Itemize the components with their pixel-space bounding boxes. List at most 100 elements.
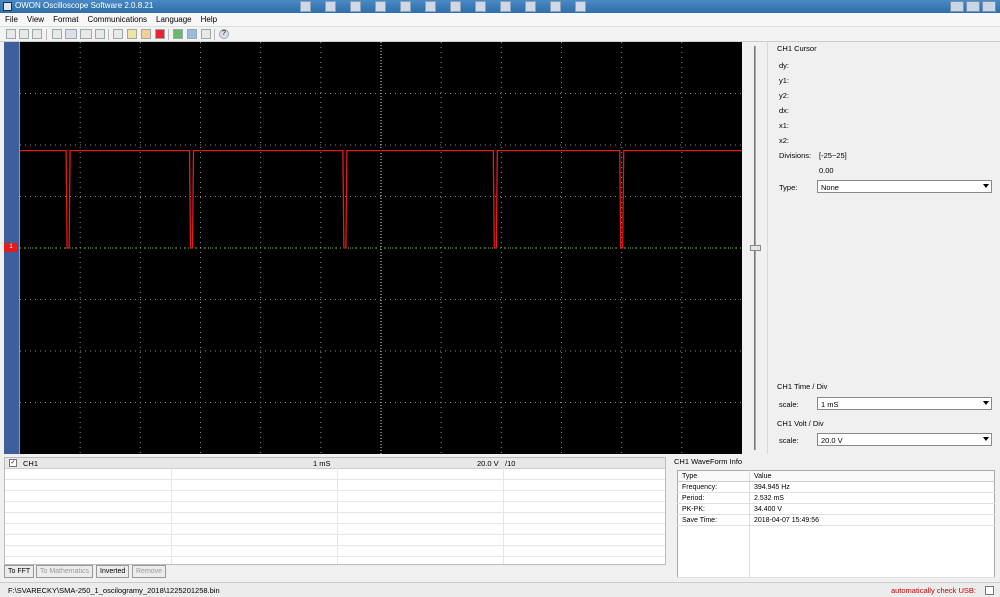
list-item [5, 513, 665, 524]
save-icon[interactable] [173, 29, 183, 39]
menu-communications[interactable]: Communications [82, 13, 151, 24]
open-folder-icon[interactable] [6, 29, 16, 39]
chevron-down-icon [983, 184, 989, 188]
divisions-label: Divisions: [779, 151, 812, 160]
oscilloscope-display[interactable] [20, 42, 742, 454]
print-icon[interactable] [19, 29, 29, 39]
time-scale-label: scale: [779, 400, 799, 409]
background-app-icon [375, 1, 386, 12]
ch1-time: 1 mS [313, 459, 331, 468]
pkpk-label: PK-PK: [677, 503, 750, 515]
zoom-icon[interactable] [52, 29, 62, 39]
menu-file[interactable]: File [0, 13, 22, 24]
background-app-icon [550, 1, 561, 12]
flag-icon[interactable] [127, 29, 137, 39]
frequency-label: Frequency: [677, 481, 750, 493]
cursor-y2-label: y2: [779, 91, 790, 100]
ch1-level-marker[interactable]: 1 [4, 243, 18, 252]
divisions-range: [-25~25] [819, 151, 847, 160]
background-app-icon [575, 1, 586, 12]
chevron-down-icon [983, 401, 989, 405]
list-item [5, 502, 665, 513]
frequency-value: 394.945 Hz [749, 481, 995, 493]
grid-dots-icon[interactable] [80, 29, 92, 39]
cursor-type-value: None [821, 183, 839, 192]
column-divider [171, 458, 172, 564]
list-item [5, 546, 665, 557]
pkpk-value: 34.400 V [749, 503, 995, 515]
connect-icon[interactable] [113, 29, 123, 39]
close-button[interactable] [982, 1, 996, 12]
cursor-group-title: CH1 Cursor [777, 44, 817, 53]
status-bar: F:\SVARECKY\SMA-250_1_oscilogramy_2018\1… [0, 582, 1000, 597]
table-row: Save Time: 2018-04-07 15:49:56 [677, 514, 995, 526]
to-mathematics-button[interactable]: To Mathematics [36, 565, 94, 578]
list-item [5, 535, 665, 546]
menu-bar: File View Format Communications Language Help [0, 13, 1000, 27]
channel-list: ✓ CH1 1 mS 20.0 V /10 [4, 457, 666, 565]
header-type: Type [677, 470, 750, 482]
to-fft-button[interactable]: To FFT [4, 565, 35, 578]
file-path: F:\SVARECKY\SMA-250_1_oscilogramy_2018\1… [8, 586, 220, 595]
background-app-icon [475, 1, 486, 12]
volt-scale-select[interactable]: 20.0 V [817, 433, 992, 446]
chevron-down-icon [983, 437, 989, 441]
waveform-info-table: Type Value Frequency: 394.945 Hz Period:… [677, 470, 995, 578]
background-app-icon [400, 1, 411, 12]
table-row: Frequency: 394.945 Hz [677, 481, 995, 493]
cursor-type-label: Type: [779, 183, 798, 192]
volt-div-title: CH1 Volt / Div [777, 419, 824, 428]
menu-language[interactable]: Language [151, 13, 196, 24]
vertical-position-slider[interactable] [750, 46, 761, 450]
background-app-icon [450, 1, 461, 12]
side-panel: CH1 Cursor dy: y1: y2: dx: x1: x2: Divis… [767, 42, 1000, 454]
inverted-button[interactable]: Inverted [96, 565, 130, 578]
toolbar: ? [0, 27, 1000, 42]
column-divider [337, 458, 338, 564]
menu-format[interactable]: Format [48, 13, 82, 24]
grid-full-icon[interactable] [65, 29, 77, 39]
volt-scale-label: scale: [779, 436, 799, 445]
channel-row-ch1[interactable]: ✓ CH1 1 mS 20.0 V /10 [5, 458, 665, 469]
column-divider [503, 458, 504, 564]
cursor-type-select[interactable]: None [817, 180, 992, 193]
cursor-dx-label: dx: [779, 106, 790, 115]
table-row: PK-PK: 34.400 V [677, 503, 995, 515]
slider-thumb[interactable] [750, 245, 761, 251]
title-bar: OWON Oscilloscope Software 2.0.8.21 [0, 0, 1000, 13]
cursor-x2-label: x2: [779, 136, 790, 145]
minimize-button[interactable] [950, 1, 964, 12]
table-row: Period: 2.532 mS [677, 492, 995, 504]
divisions-value: 0.00 [819, 166, 834, 175]
print-preview-icon[interactable] [32, 29, 42, 39]
remove-button[interactable]: Remove [132, 565, 167, 578]
copy-icon[interactable] [201, 29, 211, 39]
export-icon[interactable] [187, 29, 197, 39]
maximize-button[interactable] [966, 1, 980, 12]
menu-view[interactable]: View [22, 13, 48, 24]
list-item [5, 524, 665, 535]
list-item [5, 469, 665, 480]
header-value: Value [749, 470, 995, 482]
usb-check-label: automatically check USB: [890, 586, 976, 595]
volt-scale-value: 20.0 V [821, 436, 843, 445]
usb-check-checkbox[interactable] [985, 586, 994, 595]
menu-help[interactable]: Help [196, 13, 221, 24]
cursor-dy-label: dy: [779, 61, 790, 70]
cursor-y1-label: y1: [779, 76, 790, 85]
cursor-x1-label: x1: [779, 121, 790, 130]
period-label: Period: [677, 492, 750, 504]
time-scale-select[interactable]: 1 mS [817, 397, 992, 410]
background-app-icon [300, 1, 311, 12]
stop-icon[interactable] [155, 29, 165, 39]
record-icon[interactable] [141, 29, 151, 39]
help-icon[interactable]: ? [219, 29, 229, 39]
ch1-name: CH1 [23, 459, 39, 468]
waveform-info-panel: CH1 WaveForm Info Type Value Frequency: … [672, 455, 1000, 580]
background-app-icon [325, 1, 336, 12]
ch1-checkbox[interactable]: ✓ [9, 459, 17, 467]
grid-none-icon[interactable] [95, 29, 105, 39]
period-value: 2.532 mS [749, 492, 995, 504]
list-item [5, 491, 665, 502]
background-app-icon [350, 1, 361, 12]
